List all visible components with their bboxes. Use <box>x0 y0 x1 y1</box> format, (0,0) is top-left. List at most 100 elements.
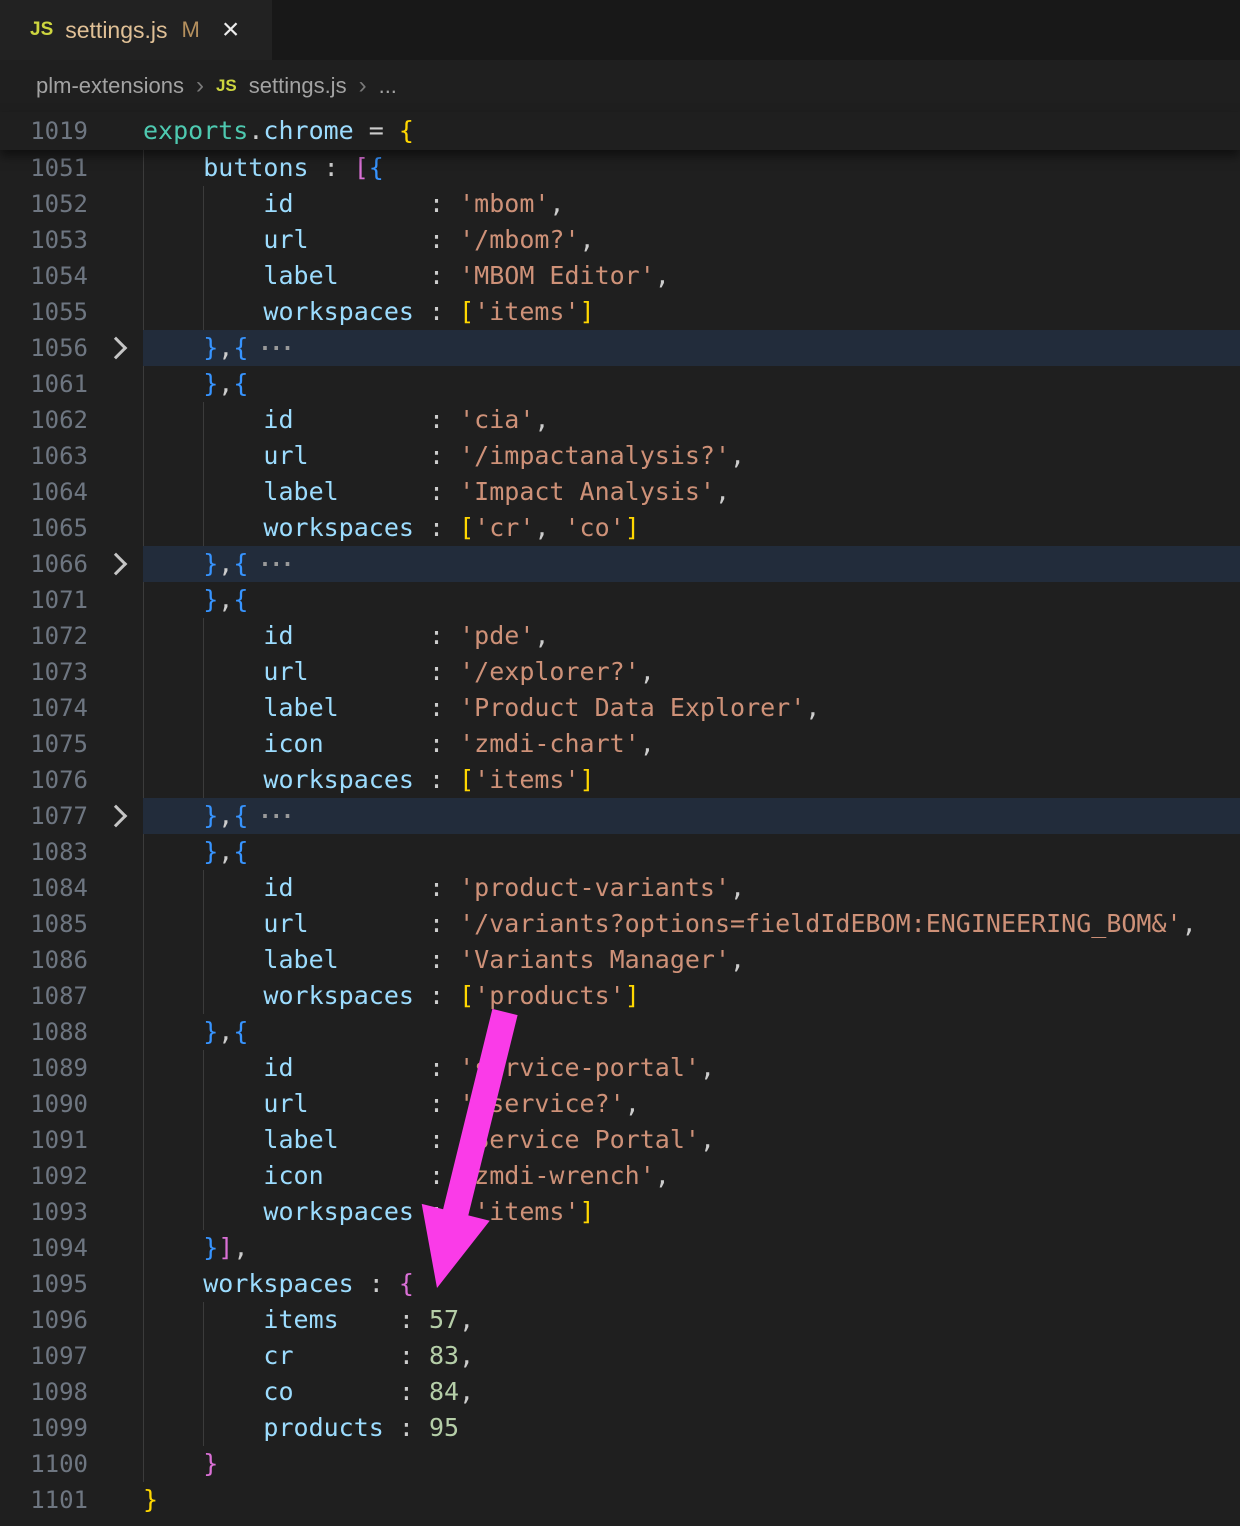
indent-guide <box>143 186 144 222</box>
line-number: 1072 <box>0 622 88 650</box>
tab-settings-js[interactable]: JS settings.js M × <box>0 0 272 60</box>
code-line[interactable]: 1075 icon : 'zmdi-chart', <box>0 726 1240 762</box>
code-text: url : '/mbom?', <box>143 222 1240 258</box>
token: id <box>263 189 429 218</box>
code-line[interactable]: 1072 id : 'pde', <box>0 618 1240 654</box>
token: workspaces <box>203 1269 369 1298</box>
token: , <box>730 441 745 470</box>
code-line[interactable]: 1073 url : '/explorer?', <box>0 654 1240 690</box>
indent-guide <box>143 294 144 330</box>
code-text: url : '/service?', <box>143 1086 1240 1122</box>
code-line[interactable]: 1051 buttons : [{ <box>0 150 1240 186</box>
code-text: }], <box>143 1230 1240 1266</box>
code-line[interactable]: 1101} <box>0 1482 1240 1518</box>
indent-guide <box>143 150 144 186</box>
line-number: 1063 <box>0 442 88 470</box>
code-line[interactable]: 1087 workspaces : ['products'] <box>0 978 1240 1014</box>
token: . <box>248 116 263 145</box>
indent-guide <box>143 258 144 294</box>
token: , <box>640 657 655 686</box>
fold-chevron-icon[interactable] <box>104 553 127 576</box>
code-text: url : '/impactanalysis?', <box>143 438 1240 474</box>
line-number: 1086 <box>0 946 88 974</box>
code-line[interactable]: 1055 workspaces : ['items'] <box>0 294 1240 330</box>
token: 'product-variants' <box>459 873 730 902</box>
token: ] <box>625 513 640 542</box>
token: : <box>429 1089 459 1118</box>
code-line[interactable]: 1052 id : 'mbom', <box>0 186 1240 222</box>
code-line[interactable]: 1100 } <box>0 1446 1240 1482</box>
code-line[interactable]: 1098 co : 84, <box>0 1374 1240 1410</box>
token: id <box>263 873 429 902</box>
code-line[interactable]: 1096 items : 57, <box>0 1302 1240 1338</box>
fold-gutter <box>88 808 143 824</box>
code-line[interactable]: 1092 icon : 'zmdi-wrench', <box>0 1158 1240 1194</box>
code-line[interactable]: 1088 },{ <box>0 1014 1240 1050</box>
code-line[interactable]: 1094 }], <box>0 1230 1240 1266</box>
breadcrumb-file[interactable]: settings.js <box>249 73 347 99</box>
code-line[interactable]: 1054 label : 'MBOM Editor', <box>0 258 1240 294</box>
close-icon[interactable]: × <box>222 15 240 45</box>
code-line[interactable]: 1089 id : 'service-portal', <box>0 1050 1240 1086</box>
code-text: workspaces : ['products'] <box>143 978 1240 1014</box>
fold-gutter <box>88 556 143 572</box>
token: [ <box>354 153 369 182</box>
code-line[interactable]: 1066 },{··· <box>0 546 1240 582</box>
token: [ <box>459 981 474 1010</box>
code-line[interactable]: 1062 id : 'cia', <box>0 402 1240 438</box>
token: ] <box>580 297 595 326</box>
code-line[interactable]: 1083 },{ <box>0 834 1240 870</box>
indent-guide <box>143 1230 144 1266</box>
token: : <box>429 477 459 506</box>
token: url <box>263 1089 429 1118</box>
breadcrumb-folder[interactable]: plm-extensions <box>36 73 184 99</box>
code-text: } <box>143 1446 1240 1482</box>
code-line[interactable]: 1095 workspaces : { <box>0 1266 1240 1302</box>
code-line[interactable]: 1056 },{··· <box>0 330 1240 366</box>
token: 'items' <box>474 297 579 326</box>
code-line[interactable]: 1061 },{ <box>0 366 1240 402</box>
code-line[interactable]: 1063 url : '/impactanalysis?', <box>0 438 1240 474</box>
code-line[interactable]: 1084 id : 'product-variants', <box>0 870 1240 906</box>
token: } <box>203 1233 218 1262</box>
fold-chevron-icon[interactable] <box>104 805 127 828</box>
indent-guide <box>203 618 204 654</box>
code-line[interactable]: 1099 products : 95 <box>0 1410 1240 1446</box>
code-line[interactable]: 1076 workspaces : ['items'] <box>0 762 1240 798</box>
code-line[interactable]: 1071 },{ <box>0 582 1240 618</box>
token <box>143 153 203 182</box>
code-line[interactable]: 1085 url : '/variants?options=fieldIdEBO… <box>0 906 1240 942</box>
fold-gutter <box>88 340 143 356</box>
code-line[interactable]: 1090 url : '/service?', <box>0 1086 1240 1122</box>
token: workspaces <box>263 1197 429 1226</box>
code-line[interactable]: 1053 url : '/mbom?', <box>0 222 1240 258</box>
code-line[interactable]: 1074 label : 'Product Data Explorer', <box>0 690 1240 726</box>
code-line[interactable]: 1065 workspaces : ['cr', 'co'] <box>0 510 1240 546</box>
token: workspaces <box>263 981 429 1010</box>
token: : <box>399 1341 429 1370</box>
token: products <box>263 1413 398 1442</box>
code-line[interactable]: 1093 workspaces : ['items'] <box>0 1194 1240 1230</box>
indent-guide <box>203 258 204 294</box>
breadcrumb-symbol-more[interactable]: ... <box>379 73 397 99</box>
indent-guide <box>203 474 204 510</box>
code-text: id : 'product-variants', <box>143 870 1240 906</box>
code-text: buttons : [{ <box>143 150 1240 186</box>
code-line[interactable]: 1086 label : 'Variants Manager', <box>0 942 1240 978</box>
token: buttons <box>203 153 308 182</box>
code-line[interactable]: 1091 label : 'Service Portal', <box>0 1122 1240 1158</box>
line-number: 1099 <box>0 1414 88 1442</box>
sticky-scroll-line[interactable]: 1019 exports.chrome = { <box>0 112 1240 150</box>
indent-guide <box>203 654 204 690</box>
token: '/service?' <box>459 1089 625 1118</box>
token: 'pde' <box>459 621 534 650</box>
indent-guide <box>143 1374 144 1410</box>
code-text: },{ <box>143 366 1240 402</box>
indent-guide <box>203 870 204 906</box>
fold-chevron-icon[interactable] <box>104 337 127 360</box>
token: , <box>218 369 233 398</box>
code-line[interactable]: 1064 label : 'Impact Analysis', <box>0 474 1240 510</box>
code-line[interactable]: 1097 cr : 83, <box>0 1338 1240 1374</box>
code-line[interactable]: 1077 },{··· <box>0 798 1240 834</box>
code-lines[interactable]: 1051 buttons : [{1052 id : 'mbom',1053 u… <box>0 150 1240 1518</box>
